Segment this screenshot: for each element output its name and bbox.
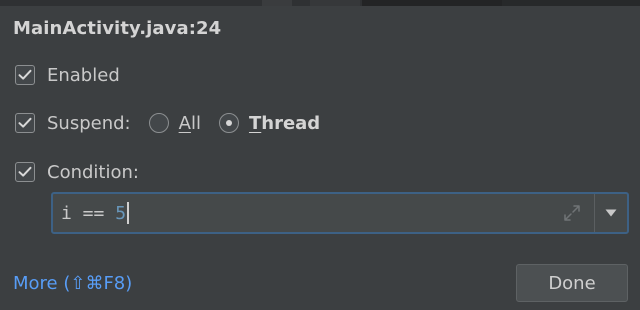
checkmark-icon	[18, 117, 32, 128]
suspend-row: Suspend: All Thread	[15, 110, 320, 136]
enabled-row[interactable]: Enabled	[15, 62, 120, 88]
expand-editor-icon[interactable]	[562, 203, 582, 223]
suspend-all-label-rest: ll	[190, 112, 201, 134]
suspend-all-option[interactable]: All	[148, 113, 201, 134]
condition-row[interactable]: Condition:	[15, 159, 139, 185]
condition-label: Condition:	[47, 161, 139, 183]
breakpoint-properties-popup: MainActivity.java:24 Enabled Suspend: Al…	[0, 0, 640, 310]
done-button[interactable]: Done	[516, 264, 628, 302]
condition-expression-input[interactable]: i == 5	[53, 194, 594, 232]
suspend-all-label: All	[179, 113, 201, 134]
suspend-thread-label-rest: hread	[261, 112, 321, 134]
enabled-label: Enabled	[47, 64, 120, 86]
breakpoint-title: MainActivity.java:24	[13, 18, 222, 39]
chevron-down-icon	[605, 209, 617, 217]
suspend-label: Suspend:	[47, 112, 131, 134]
condition-checkbox[interactable]	[15, 162, 35, 182]
suspend-thread-mnemonic: T	[248, 112, 262, 134]
suspend-checkbox[interactable]	[15, 113, 35, 133]
condition-code-number: 5	[115, 202, 127, 224]
history-dropdown-button[interactable]	[595, 194, 627, 232]
suspend-thread-radio[interactable]	[218, 113, 239, 133]
suspend-all-radio[interactable]	[148, 113, 169, 133]
condition-expression-field[interactable]: i == 5	[51, 192, 629, 234]
top-edge-strip	[0, 0, 640, 6]
checkmark-icon	[18, 69, 32, 80]
more-link[interactable]: More (⇧⌘F8)	[13, 273, 132, 294]
suspend-thread-option[interactable]: Thread	[218, 113, 320, 134]
condition-code-prefix: i ==	[61, 202, 116, 224]
checkmark-icon	[18, 166, 32, 177]
radio-selected-dot	[225, 120, 232, 126]
suspend-thread-label: Thread	[249, 113, 320, 134]
text-caret	[127, 202, 129, 224]
suspend-all-mnemonic: A	[178, 112, 191, 134]
enabled-checkbox[interactable]	[15, 65, 35, 85]
